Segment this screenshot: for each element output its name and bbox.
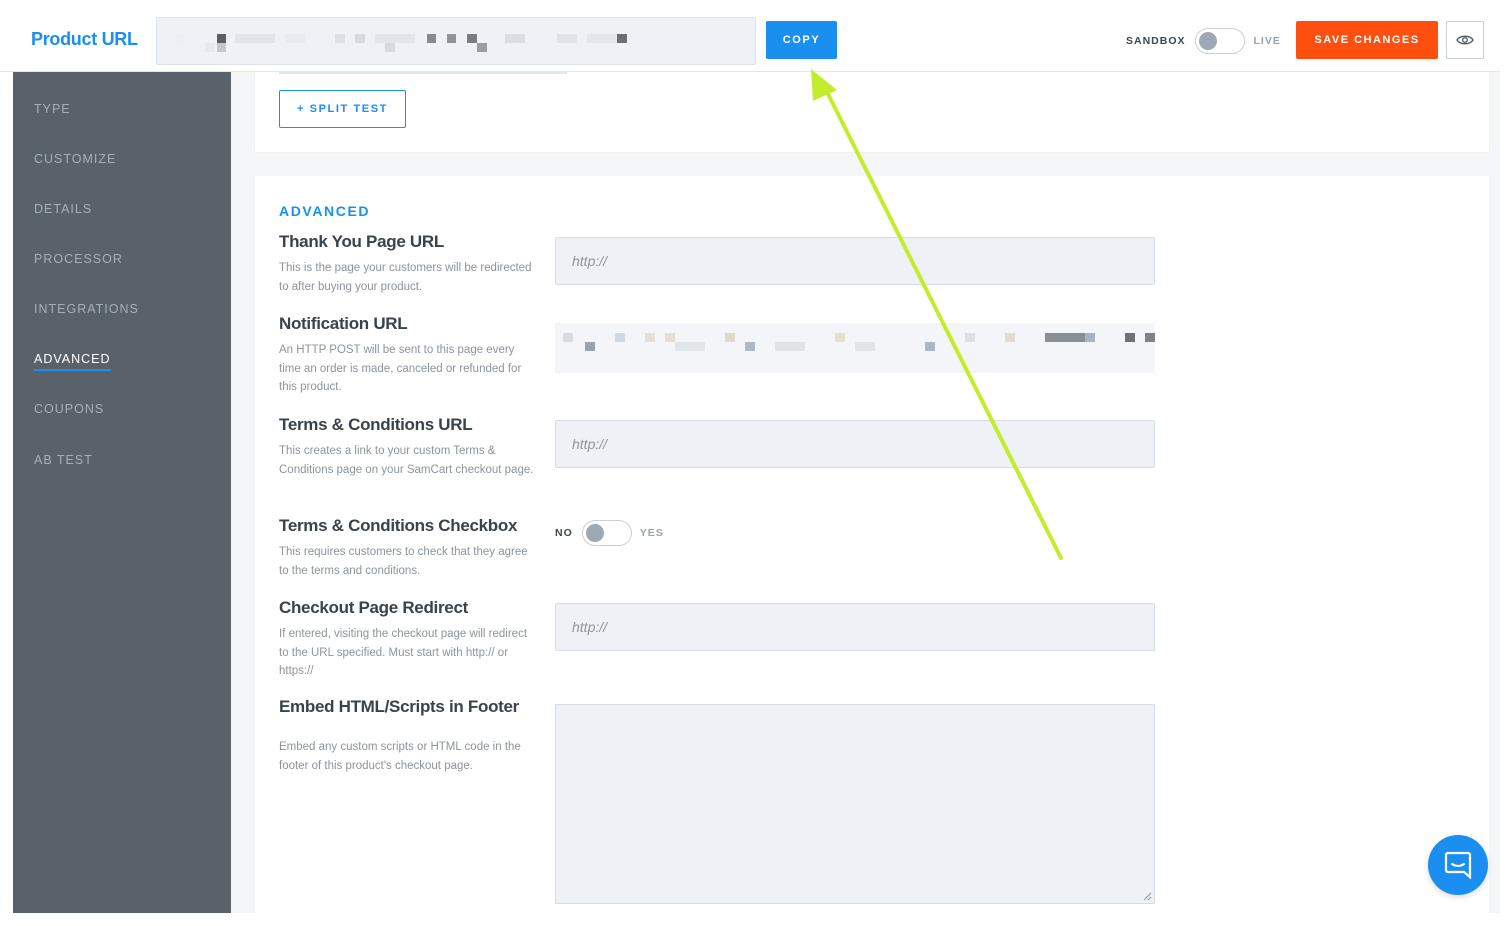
terms-checkbox-toggle[interactable]	[581, 520, 632, 546]
sandbox-live-toggle[interactable]	[1194, 28, 1245, 54]
terms-checkbox-toggle-group: NO YES	[555, 520, 664, 546]
sidebar-item-label: ADVANCED	[34, 352, 111, 366]
redirect-input[interactable]: http://	[555, 603, 1155, 651]
sandbox-label: SANDBOX	[1126, 35, 1186, 47]
sidebar-item-customize[interactable]: CUSTOMIZE	[34, 152, 116, 166]
sidebar-item-label: DETAILS	[34, 202, 93, 216]
chat-icon	[1444, 851, 1472, 880]
app-root: Product URL COPY SANDBOX LIVE SAVE CHANG…	[0, 0, 1512, 926]
terms-checkbox-description: This requires customers to check that th…	[279, 546, 528, 577]
product-url-field[interactable]	[156, 17, 756, 65]
environment-toggle-group: SANDBOX LIVE	[1126, 28, 1281, 54]
sidebar-item-processor[interactable]: PROCESSOR	[34, 252, 123, 266]
toggle-knob	[1198, 32, 1217, 50]
notification-url-label: Notification URL	[279, 314, 408, 333]
chat-launcher-button[interactable]	[1428, 835, 1488, 895]
top-bar: Product URL COPY SANDBOX LIVE SAVE CHANG…	[0, 0, 1500, 72]
main-content: + SPLIT TEST ADVANCED Thank You Page URL…	[231, 72, 1500, 913]
eye-icon	[1456, 35, 1474, 45]
sidebar-item-label: TYPE	[34, 102, 71, 116]
split-test-card: + SPLIT TEST	[255, 72, 1489, 152]
terms-url-label: Terms & Conditions URL	[279, 415, 473, 434]
yes-label: YES	[639, 527, 664, 539]
resize-handle-icon[interactable]	[1142, 891, 1152, 901]
sidebar-item-type[interactable]: TYPE	[34, 102, 71, 116]
terms-url-input[interactable]: http://	[555, 420, 1155, 468]
embed-description: Embed any custom scripts or HTML code in…	[279, 741, 521, 772]
toggle-knob	[585, 524, 604, 542]
sidebar-item-details[interactable]: DETAILS	[34, 202, 92, 216]
embed-label: Embed HTML/Scripts in Footer	[279, 697, 520, 716]
redirect-label: Checkout Page Redirect	[279, 598, 468, 617]
advanced-card: ADVANCED Thank You Page URL This is the …	[255, 176, 1489, 913]
save-changes-button[interactable]: SAVE CHANGES	[1296, 21, 1438, 59]
sidebar-item-label: CUSTOMIZE	[34, 152, 117, 166]
terms-checkbox-label: Terms & Conditions Checkbox	[279, 516, 518, 535]
product-url-label: Product URL	[31, 29, 138, 49]
thank-you-url-description: This is the page your customers will be …	[279, 262, 532, 293]
active-indicator	[34, 369, 111, 371]
copy-button[interactable]: COPY	[766, 21, 837, 59]
sidebar-item-label: PROCESSOR	[34, 252, 123, 266]
sidebar-nav: TYPE CUSTOMIZE DETAILS PROCESSOR INTEGRA…	[13, 72, 231, 913]
redirect-description: If entered, visiting the checkout page w…	[279, 628, 528, 677]
preview-button[interactable]	[1446, 21, 1484, 59]
thank-you-url-label: Thank You Page URL	[279, 232, 444, 251]
sidebar-item-label: AB TEST	[34, 453, 93, 467]
notification-url-description: An HTTP POST will be sent to this page e…	[279, 344, 522, 393]
sidebar-item-ab-test[interactable]: AB TEST	[34, 453, 93, 467]
sidebar-item-label: INTEGRATIONS	[34, 302, 139, 316]
split-test-button[interactable]: + SPLIT TEST	[279, 90, 406, 128]
no-label: NO	[555, 527, 573, 539]
section-title: ADVANCED	[279, 203, 371, 219]
live-label: LIVE	[1253, 35, 1281, 47]
embed-textarea[interactable]	[555, 704, 1155, 904]
sidebar-item-coupons[interactable]: COUPONS	[34, 402, 104, 416]
sidebar-item-label: COUPONS	[34, 402, 105, 416]
divider	[279, 72, 567, 74]
notification-url-input[interactable]	[555, 323, 1155, 373]
terms-url-description: This creates a link to your custom Terms…	[279, 445, 534, 476]
sidebar-item-advanced[interactable]: ADVANCED	[34, 352, 111, 371]
sidebar-item-integrations[interactable]: INTEGRATIONS	[34, 302, 139, 316]
thank-you-url-input[interactable]: http://	[555, 237, 1155, 285]
